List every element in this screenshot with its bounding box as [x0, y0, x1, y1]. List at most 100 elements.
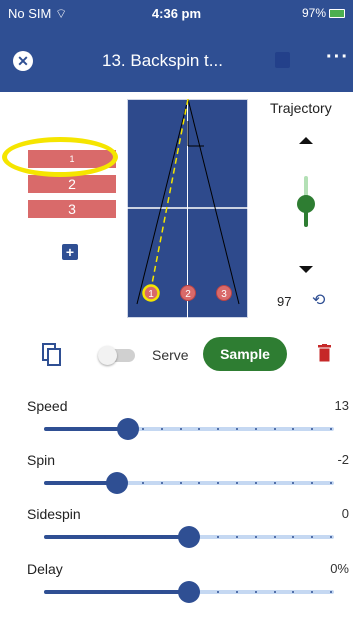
- slider-delay[interactable]: [44, 581, 334, 603]
- table-court[interactable]: 1 2 3: [127, 99, 248, 318]
- slider-speed[interactable]: [44, 418, 334, 440]
- slider-tick: [330, 591, 332, 593]
- slider-value-delay: 0%: [330, 561, 349, 576]
- slider-tick: [274, 428, 276, 430]
- slider-tick: [311, 591, 313, 593]
- close-icon[interactable]: ✕: [13, 51, 33, 71]
- marker-label: 2: [185, 289, 191, 300]
- trajectory-slider-thumb[interactable]: [297, 195, 315, 213]
- slider-thumb[interactable]: [117, 418, 139, 440]
- slider-tick: [217, 536, 219, 538]
- slider-tick: [67, 591, 69, 593]
- slider-tick: [142, 591, 144, 593]
- page-title: 13. Backspin t...: [102, 51, 223, 70]
- save-icon[interactable]: [275, 52, 290, 68]
- slider-fill: [44, 590, 189, 594]
- slider-tick: [86, 591, 88, 593]
- app-screen: No SIM ⌔ 4:36 pm 97% ✕ 13. Backspin t...…: [0, 0, 353, 620]
- sequence-item-label: 3: [68, 201, 76, 217]
- slider-tick: [330, 428, 332, 430]
- slider-tick: [161, 591, 163, 593]
- slider-tick: [198, 482, 200, 484]
- marker-label: 3: [221, 289, 227, 300]
- slider-tick: [48, 428, 50, 430]
- slider-thumb[interactable]: [106, 472, 128, 494]
- slider-tick: [292, 482, 294, 484]
- slider-label-sidespin: Sidespin: [27, 506, 81, 522]
- refresh-icon[interactable]: ⟲: [312, 290, 325, 310]
- slider-tick: [217, 482, 219, 484]
- slider-label-delay: Delay: [27, 561, 63, 577]
- slider-label-spin: Spin: [27, 452, 56, 468]
- slider-tick: [142, 536, 144, 538]
- slider-tick: [330, 482, 332, 484]
- serve-toggle-knob[interactable]: [98, 346, 117, 365]
- slider-spin[interactable]: [44, 472, 334, 494]
- marker-label: 1: [148, 289, 154, 300]
- slider-tick: [48, 536, 50, 538]
- slider-tick: [86, 428, 88, 430]
- slider-tick: [142, 482, 144, 484]
- slider-tick: [311, 482, 313, 484]
- slider-tick: [217, 428, 219, 430]
- court-marker-2[interactable]: 2: [180, 285, 196, 301]
- slider-thumb[interactable]: [178, 581, 200, 603]
- trajectory-down-icon[interactable]: [299, 266, 313, 273]
- slider-tick: [292, 428, 294, 430]
- sequence-item-label: 2: [68, 176, 76, 192]
- slider-tick: [292, 536, 294, 538]
- slider-tick: [217, 591, 219, 593]
- sequence-item-2[interactable]: 2: [28, 175, 116, 193]
- slider-tick: [180, 428, 182, 430]
- trash-icon[interactable]: [318, 344, 331, 362]
- sample-button[interactable]: Sample: [203, 337, 287, 371]
- slider-tick: [104, 591, 106, 593]
- slider-tick: [67, 482, 69, 484]
- slider-tick: [161, 536, 163, 538]
- slider-tick: [86, 482, 88, 484]
- slider-tick: [123, 536, 125, 538]
- slider-value-speed: 13: [334, 398, 349, 413]
- trajectory-label: Trajectory: [270, 100, 332, 116]
- slider-tick: [161, 428, 163, 430]
- copy-icon[interactable]: [42, 343, 62, 367]
- app-header: ✕ 13. Backspin t... ···: [0, 30, 353, 92]
- slider-tick: [161, 482, 163, 484]
- slider-sidespin[interactable]: [44, 526, 334, 548]
- slider-tick: [255, 428, 257, 430]
- sequence-item-3[interactable]: 3: [28, 200, 116, 218]
- slider-tick: [67, 428, 69, 430]
- slider-tick: [311, 428, 313, 430]
- court-marker-3[interactable]: 3: [216, 285, 232, 301]
- slider-tick: [236, 428, 238, 430]
- selection-highlight: [2, 137, 118, 177]
- slider-fill: [44, 535, 189, 539]
- slider-tick: [236, 536, 238, 538]
- slider-tick: [292, 591, 294, 593]
- status-bar: No SIM ⌔ 4:36 pm 97%: [0, 0, 353, 30]
- slider-value-sidespin: 0: [341, 506, 349, 521]
- slider-label-speed: Speed: [27, 398, 68, 414]
- more-menu-icon[interactable]: ···: [326, 46, 349, 69]
- clock: 4:36 pm: [151, 6, 202, 21]
- slider-tick: [104, 536, 106, 538]
- slider-tick: [104, 428, 106, 430]
- add-ball-button[interactable]: +: [62, 244, 78, 260]
- battery-status: 97%: [302, 6, 345, 20]
- slider-tick: [48, 591, 50, 593]
- slider-thumb[interactable]: [178, 526, 200, 548]
- slider-tick: [274, 591, 276, 593]
- slider-tick: [236, 591, 238, 593]
- slider-tick: [67, 536, 69, 538]
- slider-tick: [274, 482, 276, 484]
- slider-value-spin: -2: [337, 452, 349, 467]
- trajectory-value: 97: [277, 294, 292, 309]
- slider-tick: [48, 482, 50, 484]
- battery-icon: [329, 9, 345, 19]
- court-marker-1[interactable]: 1: [142, 284, 160, 302]
- slider-tick: [86, 536, 88, 538]
- slider-tick: [198, 428, 200, 430]
- slider-tick: [142, 428, 144, 430]
- slider-tick: [236, 482, 238, 484]
- trajectory-up-icon[interactable]: [299, 137, 313, 144]
